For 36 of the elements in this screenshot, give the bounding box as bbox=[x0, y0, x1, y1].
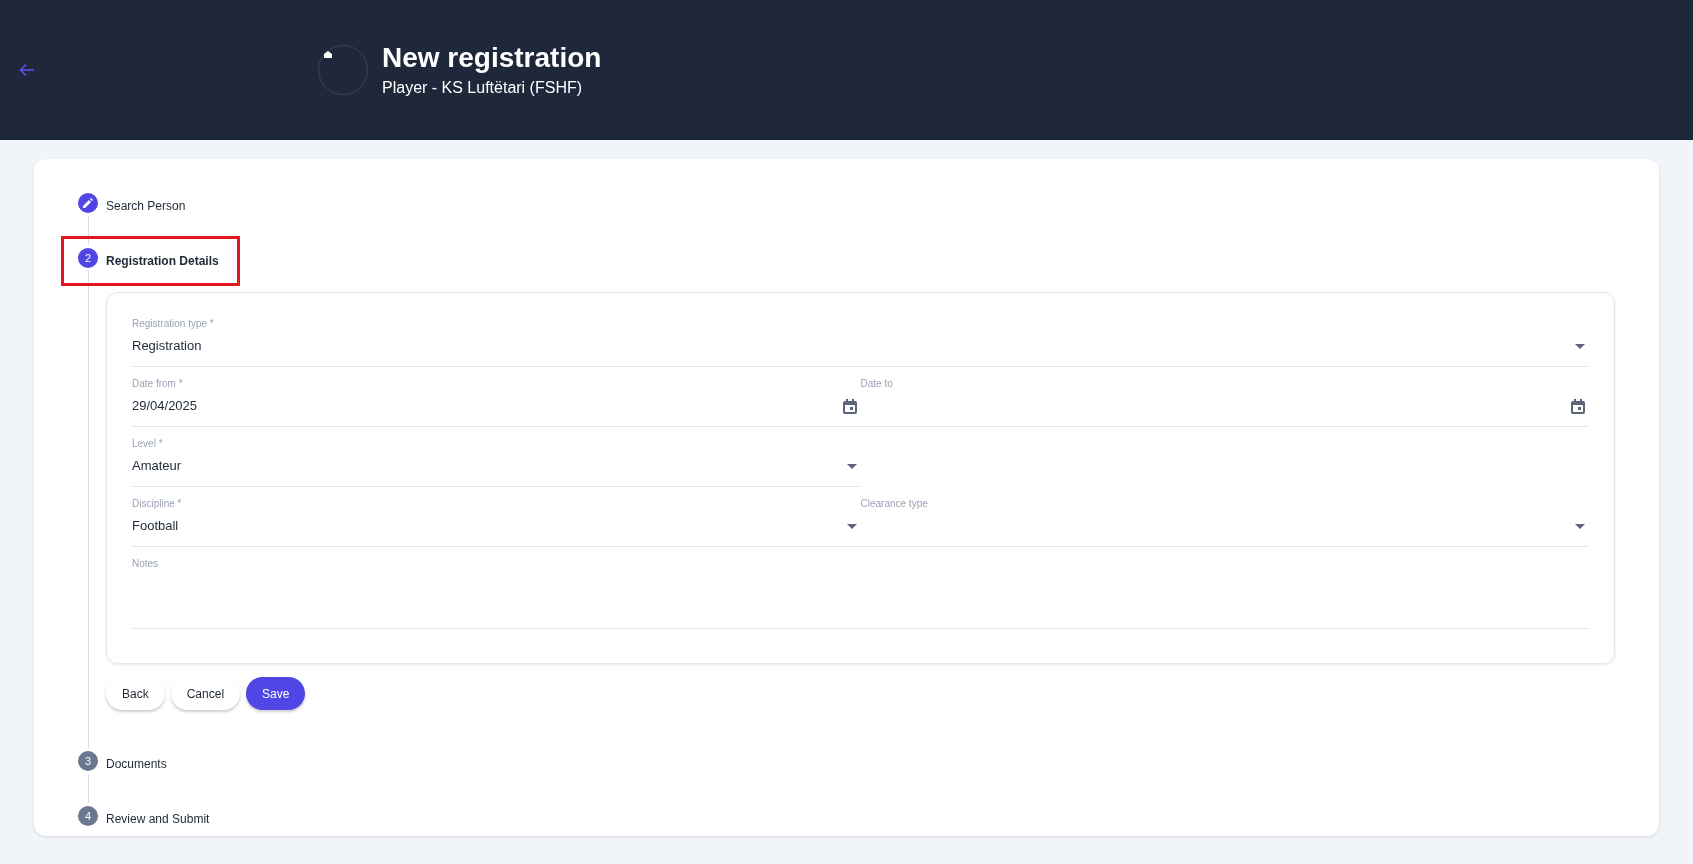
back-arrow-icon[interactable] bbox=[18, 61, 36, 79]
field-value: Football bbox=[132, 517, 179, 536]
step-label[interactable]: Search Person bbox=[106, 197, 186, 215]
field-label: Clearance type bbox=[860, 497, 929, 511]
step-edit-icon bbox=[78, 193, 98, 213]
select-field[interactable]: Discipline * Football bbox=[132, 497, 861, 547]
field-value: Registration bbox=[132, 337, 202, 356]
select-field[interactable]: Level * Amateur bbox=[132, 437, 861, 487]
field-label: Notes bbox=[132, 557, 160, 571]
page-title: New registration bbox=[382, 41, 602, 75]
club-logo-icon bbox=[318, 45, 368, 95]
step-label[interactable]: Documents bbox=[106, 755, 167, 773]
step-number: 2 bbox=[78, 248, 98, 268]
step-label[interactable]: Registration Details bbox=[106, 252, 219, 270]
field-value: 29/04/2025 bbox=[132, 397, 198, 416]
date-field[interactable]: Date from * 29/04/2025 bbox=[132, 377, 861, 427]
save-button[interactable]: Save bbox=[246, 677, 306, 710]
calendar-icon[interactable] bbox=[1571, 398, 1585, 414]
dropdown-caret-icon bbox=[846, 463, 857, 469]
field-label: Discipline * bbox=[132, 497, 183, 511]
dropdown-caret-icon bbox=[1575, 343, 1585, 349]
field-label: Level * bbox=[132, 437, 164, 451]
back-button[interactable]: Back bbox=[106, 677, 165, 710]
page-subtitle: Player - KS Luftëtari (FSHF) bbox=[382, 78, 584, 98]
dropdown-caret-icon bbox=[1575, 523, 1585, 529]
field-label: Date to bbox=[860, 377, 894, 391]
calendar-icon[interactable] bbox=[842, 398, 857, 414]
cancel-button[interactable]: Cancel bbox=[170, 677, 241, 710]
dropdown-caret-icon bbox=[846, 523, 857, 529]
step-number: 3 bbox=[78, 751, 98, 771]
select-field[interactable]: Registration type * Registration bbox=[132, 317, 1589, 367]
field-label: Registration type * bbox=[132, 317, 215, 331]
step-number: 4 bbox=[78, 806, 98, 826]
field-label: Date from * bbox=[132, 377, 184, 391]
step-label[interactable]: Review and Submit bbox=[106, 810, 210, 828]
field-value: Amateur bbox=[132, 457, 182, 476]
